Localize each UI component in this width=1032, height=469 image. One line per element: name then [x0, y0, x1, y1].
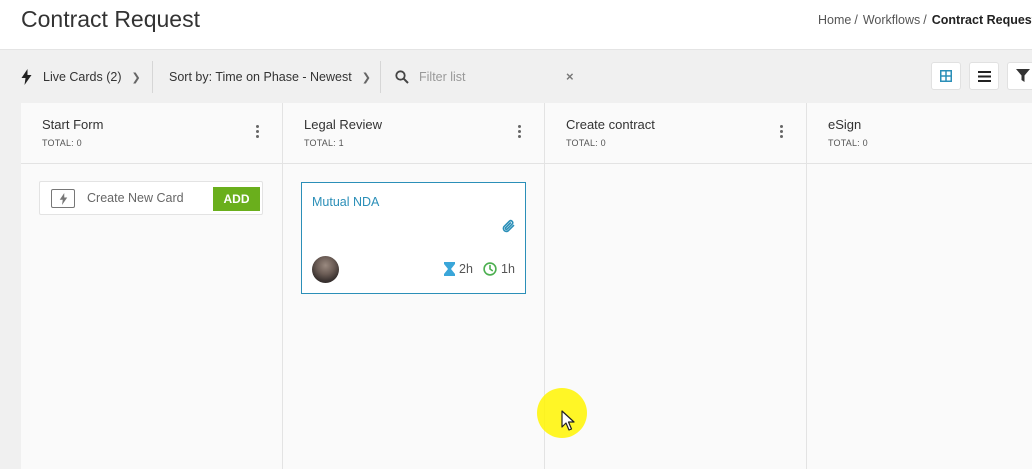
grid-icon [940, 70, 952, 82]
mouse-pointer-icon [561, 410, 575, 431]
column-legal-review: Legal Review TOTAL: 1 Mutual NDA 2h 1h [283, 103, 545, 469]
toolbar-divider [380, 61, 381, 93]
filter-field [395, 61, 559, 93]
clock-icon [483, 262, 497, 276]
filter-button[interactable] [1007, 62, 1032, 90]
avatar[interactable] [312, 256, 339, 283]
column-header: eSign TOTAL: 0 [807, 103, 1032, 164]
column-header: Legal Review TOTAL: 1 [283, 103, 544, 164]
funnel-icon [1015, 69, 1030, 82]
more-vertical-icon[interactable] [518, 125, 522, 140]
page-title: Contract Request [21, 6, 200, 32]
kanban-board: Start Form TOTAL: 0 Create New Card ADD … [21, 103, 1032, 469]
toolbar: Live Cards (2) ❯ Sort by: Time on Phase … [0, 51, 1032, 103]
card-mutual-nda[interactable]: Mutual NDA 2h 1h [301, 182, 526, 294]
list-view-button[interactable] [969, 62, 999, 90]
time-in-phase-value: 2h [459, 262, 473, 276]
breadcrumb-separator: / [854, 13, 858, 27]
toolbar-divider [152, 61, 153, 93]
filter-input[interactable] [419, 70, 559, 84]
card-title[interactable]: Mutual NDA [312, 195, 379, 209]
more-vertical-icon[interactable] [780, 125, 784, 140]
grid-view-button[interactable] [931, 62, 961, 90]
column-title: Legal Review [304, 117, 383, 132]
list-icon [977, 70, 991, 82]
lightning-icon [51, 189, 75, 208]
breadcrumb-current: Contract Request [931, 13, 1032, 27]
time-total-value: 1h [501, 262, 515, 276]
column-total: TOTAL: 0 [42, 138, 82, 148]
column-title: Start Form [42, 117, 104, 132]
breadcrumb-separator: / [923, 13, 927, 27]
column-start-form: Start Form TOTAL: 0 Create New Card ADD [21, 103, 283, 469]
column-header: Start Form TOTAL: 0 [21, 103, 282, 164]
create-card-box: Create New Card ADD [39, 181, 263, 215]
column-title: Create contract [566, 117, 655, 132]
column-total: TOTAL: 0 [828, 138, 868, 148]
column-total: TOTAL: 1 [304, 138, 344, 148]
chevron-right-icon: ❯ [361, 71, 371, 84]
header-bar: Contract Request Home / Workflows / Contract… [0, 0, 1032, 50]
time-in-phase: 2h [444, 262, 473, 276]
sort-by-label: Sort by: Time on Phase - Newest [169, 70, 352, 84]
add-card-button[interactable]: ADD [213, 187, 260, 211]
search-icon [395, 70, 409, 84]
column-header: Create contract TOTAL: 0 [545, 103, 806, 164]
live-cards-label: Live Cards (2) [43, 70, 122, 84]
hourglass-icon [444, 262, 455, 276]
column-total: TOTAL: 0 [566, 138, 606, 148]
time-total: 1h [483, 262, 515, 276]
chevron-right-icon: ❯ [131, 71, 141, 84]
clear-filter-icon[interactable]: × [566, 69, 574, 84]
breadcrumb: Home / Workflows / Contract Request [818, 13, 1032, 27]
create-card-label[interactable]: Create New Card [87, 191, 184, 205]
breadcrumb-workflows[interactable]: Workflows [863, 13, 920, 27]
breadcrumb-home[interactable]: Home [818, 13, 851, 27]
paperclip-icon [502, 219, 515, 233]
sort-by-button[interactable]: Sort by: Time on Phase - Newest ❯ [169, 61, 371, 93]
live-cards-button[interactable]: Live Cards (2) ❯ [21, 61, 141, 93]
more-vertical-icon[interactable] [256, 125, 260, 140]
column-title: eSign [828, 117, 862, 132]
lightning-icon [21, 69, 32, 85]
column-esign: eSign TOTAL: 0 [807, 103, 1032, 469]
